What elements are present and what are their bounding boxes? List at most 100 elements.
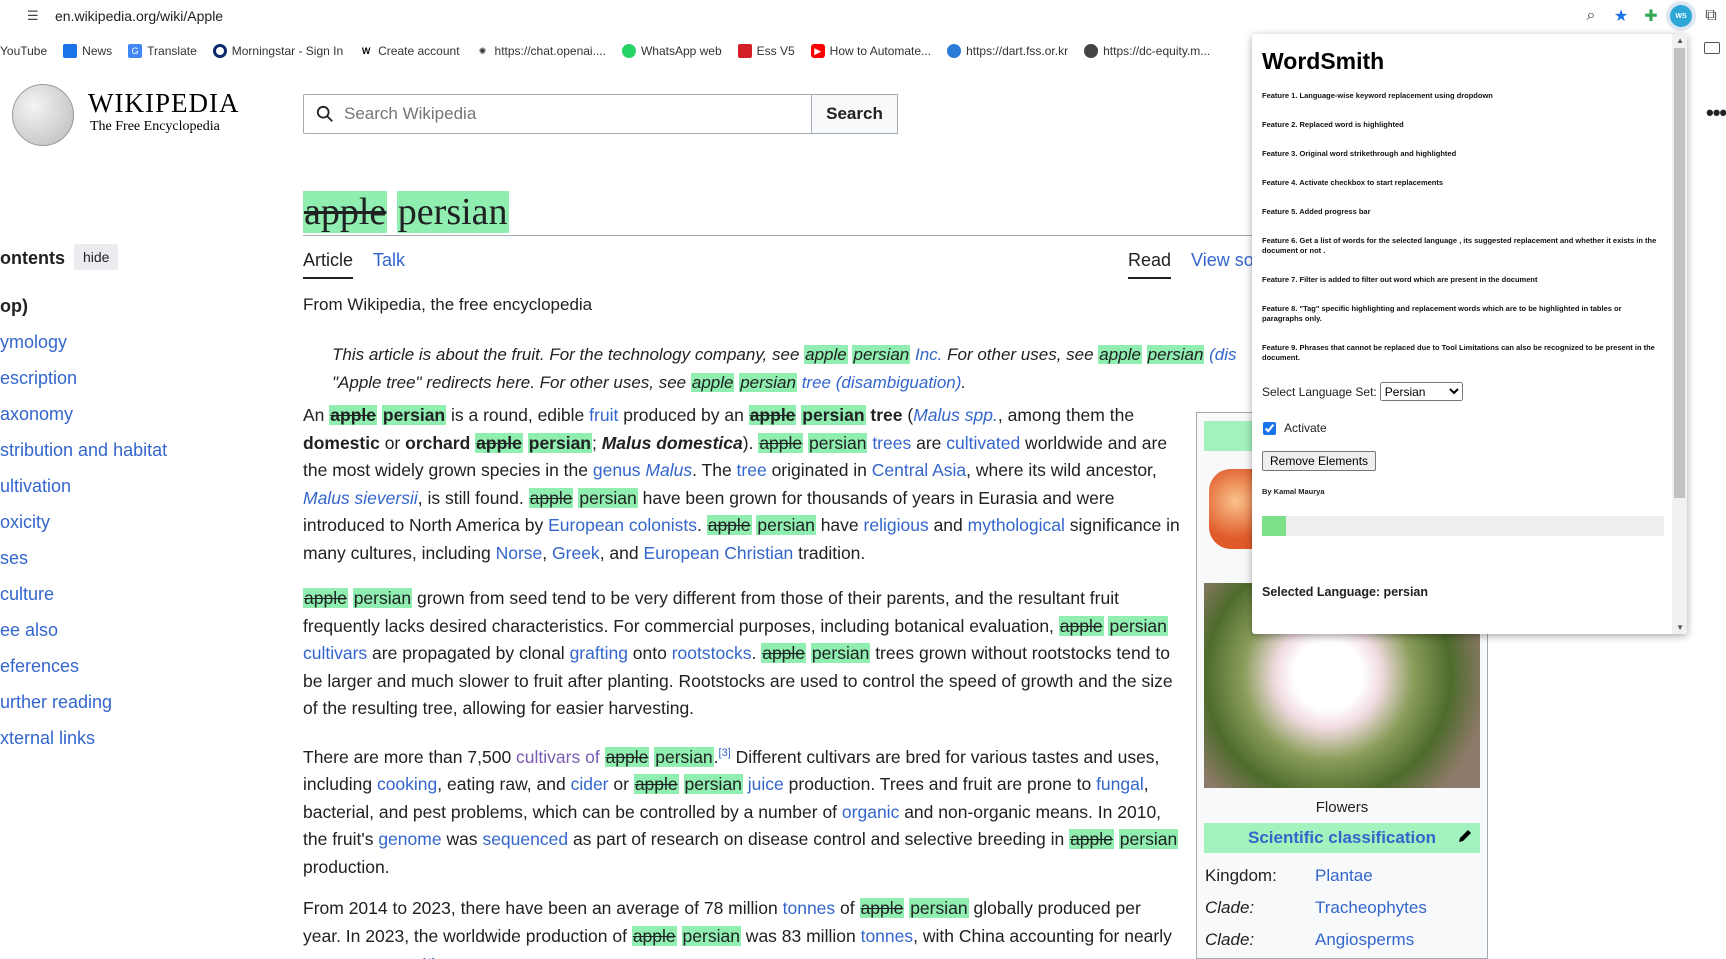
feature-item: Feature 5. Added progress bar: [1262, 207, 1371, 216]
toc-item[interactable]: culture: [0, 582, 167, 618]
toc-item[interactable]: op): [0, 294, 167, 330]
youtube-icon: ▶: [810, 44, 825, 58]
toc-item[interactable]: oxicity: [0, 510, 167, 546]
tab-view-source[interactable]: View so: [1191, 250, 1254, 279]
toc-item[interactable]: ultivation: [0, 474, 167, 510]
translate-icon: G: [128, 44, 143, 58]
toc-item[interactable]: ee also: [0, 618, 167, 654]
scroll-up-icon[interactable]: ▲: [1676, 36, 1684, 45]
bookmark-morningstar[interactable]: Morningstar - Sign In: [212, 44, 343, 58]
whatsapp-icon: [621, 44, 636, 58]
bookmark-chat-openai[interactable]: ✺ https://chat.openai....: [476, 44, 606, 58]
toc-item[interactable]: ses: [0, 546, 167, 582]
search-box[interactable]: [303, 94, 812, 134]
paragraph-cultivars: There are more than 7,500 cultivars of a…: [303, 746, 1179, 877]
toc-item[interactable]: escription: [0, 366, 167, 402]
bookmark-translate[interactable]: G Translate: [128, 44, 197, 58]
tab-talk[interactable]: Talk: [373, 250, 405, 279]
bookmark-dc-equity[interactable]: https://dc-equity.m...: [1084, 44, 1210, 58]
title-divider: [303, 235, 1253, 236]
toc-item[interactable]: axonomy: [0, 402, 167, 438]
title-replacement-word: persian: [396, 191, 509, 233]
search-button[interactable]: Search: [811, 94, 898, 134]
feature-item: Feature 6. Get a list of words for the s…: [1262, 236, 1657, 255]
remove-elements-button[interactable]: Remove Elements: [1262, 451, 1377, 471]
language-selector-row: Select Language Set: Persian: [1262, 382, 1664, 401]
apple-image[interactable]: [1209, 469, 1253, 549]
feature-item: Feature 9. Phrases that cannot be replac…: [1262, 343, 1655, 362]
extension-plus-icon[interactable]: ✚: [1636, 1, 1666, 31]
site-info-icon[interactable]: ☰: [27, 8, 45, 24]
language-label: Select Language Set:: [1262, 384, 1377, 399]
url-text[interactable]: en.wikipedia.org/wiki/Apple: [55, 8, 223, 24]
toc-item[interactable]: ymology: [0, 330, 167, 366]
link-disambig: (dis: [1209, 345, 1237, 364]
wikipedia-globe-logo[interactable]: [12, 84, 74, 146]
bookmark-news[interactable]: News: [63, 44, 112, 58]
paragraph-intro: An apple persian is a round, edible frui…: [303, 405, 1180, 563]
more-options-icon[interactable]: •••: [1706, 100, 1726, 126]
namespace-tabs: Article Talk: [303, 250, 425, 279]
dart-icon: [947, 44, 962, 58]
toc-item[interactable]: stribution and habitat: [0, 438, 167, 474]
toc-hide-button[interactable]: hide: [74, 244, 119, 270]
wikipedia-tagline: The Free Encyclopedia: [90, 119, 220, 134]
feature-item: Feature 7. Filter is added to filter out…: [1262, 275, 1538, 284]
wikipedia-w-icon: W: [361, 46, 371, 56]
scrollbar-thumb[interactable]: [1674, 48, 1685, 498]
scroll-down-icon[interactable]: ▼: [1676, 623, 1684, 632]
feature-item: Feature 1. Language-wise keyword replace…: [1262, 91, 1493, 100]
search-icon: [316, 105, 333, 122]
author-credit: By Kamal Maurya: [1262, 487, 1325, 496]
toc-item[interactable]: urther reading: [0, 690, 167, 726]
bookmark-folder-icon[interactable]: [1704, 42, 1720, 54]
tab-article[interactable]: Article: [303, 250, 354, 279]
activate-label: Activate: [1284, 421, 1327, 435]
feature-item: Feature 3. Original word strikethrough a…: [1262, 149, 1457, 158]
taxon-row: Clade: Tracheophytes: [1205, 898, 1427, 917]
link-inc: Inc.: [914, 345, 943, 364]
hatnote: This article is about the fruit. For the…: [332, 345, 1237, 392]
bookmark-ess-v5[interactable]: Ess V5: [737, 44, 795, 58]
zoom-icon[interactable]: ⌕: [1576, 1, 1606, 31]
bookmark-star-icon[interactable]: ★: [1606, 1, 1636, 31]
ess-icon: [737, 44, 752, 58]
search-input[interactable]: [344, 104, 744, 124]
image-caption: Flowers: [1315, 799, 1369, 816]
paragraph-production: From 2014 to 2023, there have been an av…: [303, 898, 1172, 959]
globe-icon: [1084, 44, 1099, 58]
link-tree-disambig: tree (disambiguation): [801, 373, 962, 392]
morningstar-icon: [212, 44, 227, 58]
taxon-row: Clade: Angiosperms: [1205, 930, 1415, 949]
activate-row: Activate: [1262, 421, 1664, 435]
popup-scrollbar[interactable]: ▲ ▼: [1672, 34, 1687, 634]
bookmark-dart[interactable]: https://dart.fss.or.kr: [947, 44, 1068, 58]
progress-bar: [1262, 516, 1664, 536]
wordsmith-extension-icon[interactable]: WS: [1666, 1, 1696, 31]
toc-item[interactable]: xternal links: [0, 726, 167, 762]
site-subtitle: From Wikipedia, the free encyclopedia: [303, 295, 593, 314]
bookmark-youtube[interactable]: YouTube: [0, 44, 47, 58]
toc-list: op) ymology escription axonomy stributio…: [0, 294, 167, 762]
popup-title: WordSmith: [1262, 48, 1385, 74]
toc-title: ontents: [0, 248, 65, 268]
scientific-classification-header[interactable]: Scientific classification: [1204, 823, 1480, 853]
progress-fill: [1262, 516, 1287, 536]
paragraph-cultivation: apple persian grown from seed tend to be…: [303, 588, 1173, 718]
edit-pencil-icon[interactable]: [1458, 829, 1472, 843]
feature-item: Feature 4. Activate checkbox to start re…: [1262, 178, 1444, 187]
wikipedia-wordmark[interactable]: WIKIPEDIA: [88, 88, 239, 119]
taxon-row: Kingdom: Plantae: [1205, 866, 1373, 885]
address-bar[interactable]: ☰ en.wikipedia.org/wiki/Apple ⌕ ★ ✚ WS ⧉: [0, 0, 1726, 32]
activate-checkbox[interactable]: [1263, 421, 1276, 435]
bookmark-how-to-automate[interactable]: ▶ How to Automate...: [810, 44, 931, 58]
tab-read[interactable]: Read: [1128, 250, 1172, 279]
selected-language: Selected Language: persian: [1262, 585, 1429, 599]
extensions-puzzle-icon[interactable]: ⧉: [1696, 1, 1726, 31]
language-select[interactable]: Persian: [1379, 382, 1463, 401]
bookmark-create-account[interactable]: W Create account: [359, 44, 460, 58]
bookmark-whatsapp[interactable]: WhatsApp web: [621, 44, 722, 58]
page-title: apple persian: [303, 190, 509, 234]
toc-item[interactable]: eferences: [0, 654, 167, 690]
openai-icon: ✺: [478, 45, 487, 56]
